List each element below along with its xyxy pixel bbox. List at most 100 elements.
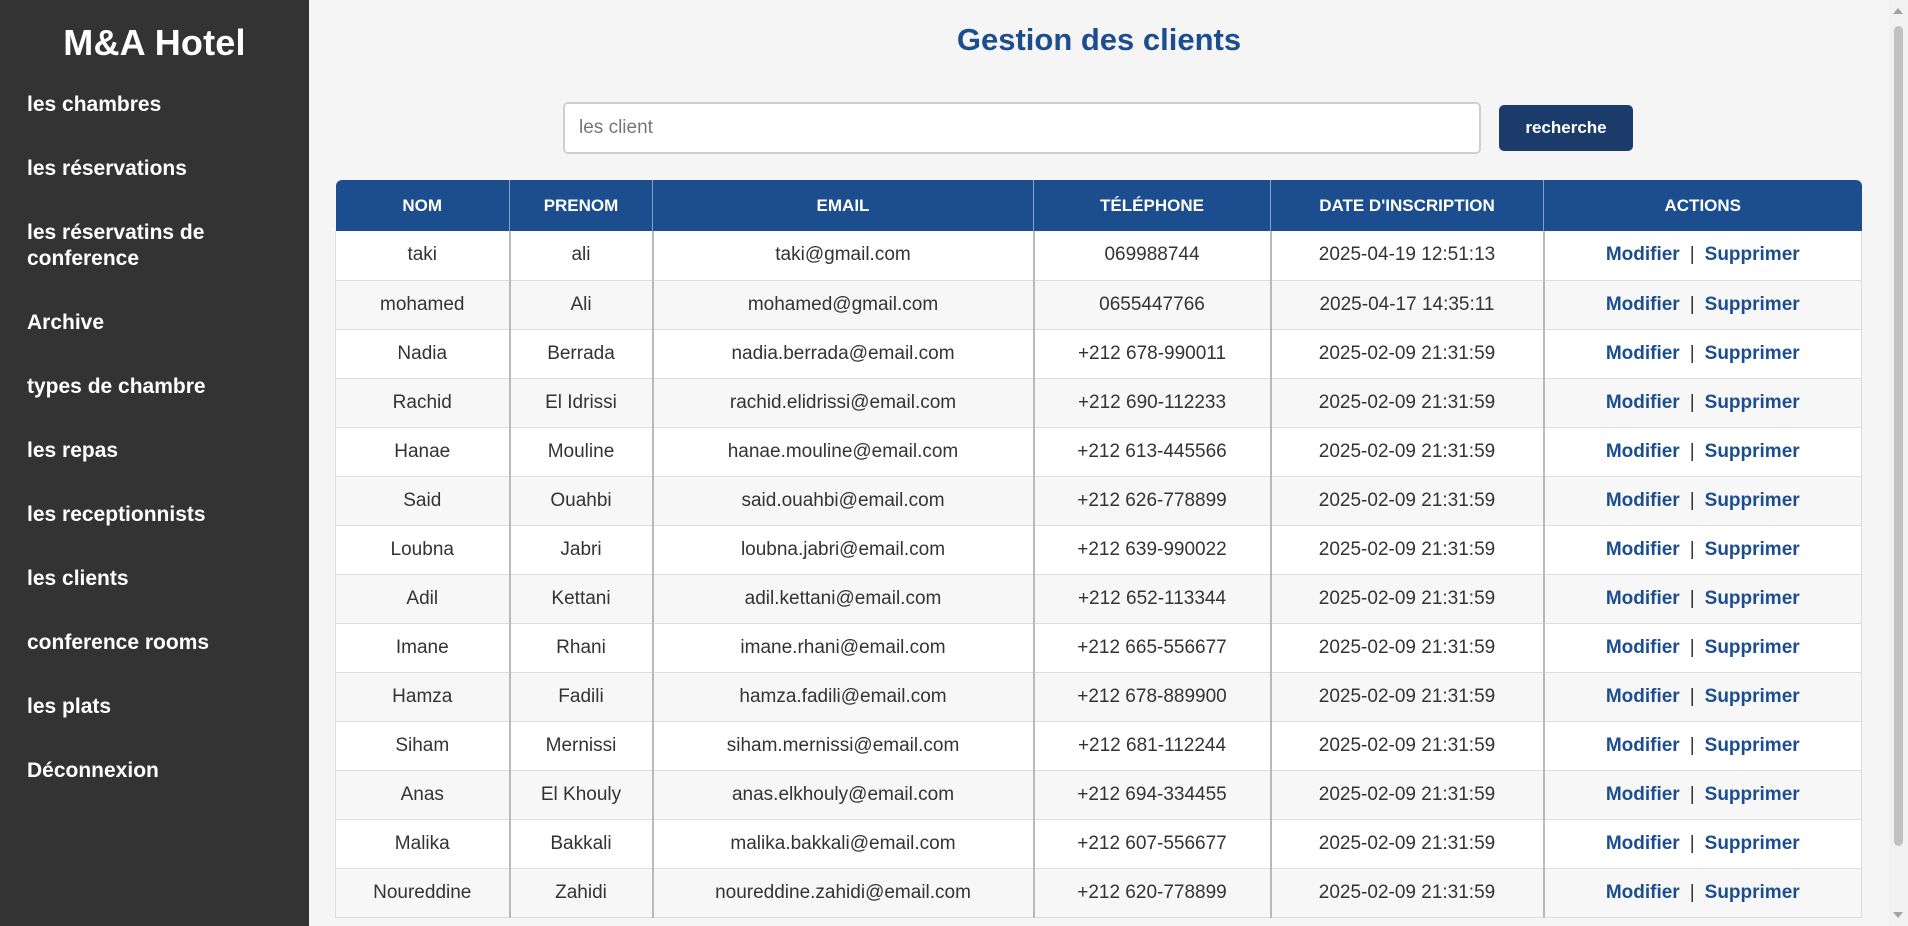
table-row: Malika Bakkali malika.bakkali@email.com +21… xyxy=(335,819,1862,869)
sidebar-item-deconnexion[interactable]: Déconnexion xyxy=(0,758,309,784)
main-content: Gestion des clients recherche NOM PRENOM… xyxy=(309,0,1889,926)
cell-telephone: +212 678-889900 xyxy=(1033,672,1272,722)
cell-actions: Modifier | Supprimer xyxy=(1543,672,1862,722)
modifier-link[interactable]: Modifier xyxy=(1606,294,1680,315)
supprimer-link[interactable]: Supprimer xyxy=(1705,244,1800,265)
cell-nom: Rachid xyxy=(335,378,511,428)
table-header-row: NOM PRENOM EMAIL TÉLÉPHONE DATE D'INSCRI… xyxy=(335,180,1862,231)
modifier-link[interactable]: Modifier xyxy=(1606,637,1680,658)
clients-table: NOM PRENOM EMAIL TÉLÉPHONE DATE D'INSCRI… xyxy=(335,180,1862,918)
cell-date-inscription: 2025-02-09 21:31:59 xyxy=(1270,427,1545,477)
sidebar-item-archive[interactable]: Archive xyxy=(0,310,309,336)
cell-date-inscription: 2025-02-09 21:31:59 xyxy=(1270,623,1545,673)
action-separator: | xyxy=(1689,538,1695,560)
cell-nom: Anas xyxy=(335,770,511,820)
supprimer-link[interactable]: Supprimer xyxy=(1705,441,1800,462)
action-separator: | xyxy=(1689,783,1695,805)
modifier-link[interactable]: Modifier xyxy=(1606,392,1680,413)
modifier-link[interactable]: Modifier xyxy=(1606,343,1680,364)
clients-table-container: NOM PRENOM EMAIL TÉLÉPHONE DATE D'INSCRI… xyxy=(335,180,1862,918)
modifier-link[interactable]: Modifier xyxy=(1606,441,1680,462)
cell-actions: Modifier | Supprimer xyxy=(1543,525,1862,575)
sidebar-item-chambres[interactable]: les chambres xyxy=(0,92,309,118)
modifier-link[interactable]: Modifier xyxy=(1606,686,1680,707)
supprimer-link[interactable]: Supprimer xyxy=(1705,882,1800,903)
modifier-link[interactable]: Modifier xyxy=(1606,588,1680,609)
sidebar-item-reservations[interactable]: les réservations xyxy=(0,156,309,182)
action-separator: | xyxy=(1689,587,1695,609)
cell-date-inscription: 2025-02-09 21:31:59 xyxy=(1270,672,1545,722)
scrollbar-thumb[interactable] xyxy=(1894,26,1903,846)
cell-actions: Modifier | Supprimer xyxy=(1543,721,1862,771)
cell-telephone: 0655447766 xyxy=(1033,280,1272,330)
cell-email: hanae.mouline@email.com xyxy=(652,427,1035,477)
cell-date-inscription: 2025-02-09 21:31:59 xyxy=(1270,476,1545,526)
action-separator: | xyxy=(1689,489,1695,511)
sidebar-item-reservations-conference[interactable]: les réservatins de conference xyxy=(0,220,309,272)
modifier-link[interactable]: Modifier xyxy=(1606,882,1680,903)
sidebar-item-clients[interactable]: les clients xyxy=(0,566,309,592)
table-row: Rachid El Idrissi rachid.elidrissi@email.c… xyxy=(335,378,1862,428)
cell-email: siham.mernissi@email.com xyxy=(652,721,1035,771)
supprimer-link[interactable]: Supprimer xyxy=(1705,686,1800,707)
sidebar-item-conference-rooms[interactable]: conference rooms xyxy=(0,630,309,656)
cell-nom: Said xyxy=(335,476,511,526)
modifier-link[interactable]: Modifier xyxy=(1606,539,1680,560)
cell-nom: mohamed xyxy=(335,280,511,330)
supprimer-link[interactable]: Supprimer xyxy=(1705,784,1800,805)
cell-nom: Malika xyxy=(335,819,511,869)
supprimer-link[interactable]: Supprimer xyxy=(1705,637,1800,658)
action-separator: | xyxy=(1689,685,1695,707)
cell-actions: Modifier | Supprimer xyxy=(1543,770,1862,820)
cell-telephone: 069988744 xyxy=(1033,231,1272,281)
table-row: mohamed Ali mohamed@gmail.com 0655447766 202… xyxy=(335,280,1862,330)
cell-prenom: El Idrissi xyxy=(509,378,654,428)
supprimer-link[interactable]: Supprimer xyxy=(1705,588,1800,609)
modifier-link[interactable]: Modifier xyxy=(1606,735,1680,756)
cell-actions: Modifier | Supprimer xyxy=(1543,819,1862,869)
supprimer-link[interactable]: Supprimer xyxy=(1705,833,1800,854)
modifier-link[interactable]: Modifier xyxy=(1606,244,1680,265)
modifier-link[interactable]: Modifier xyxy=(1606,784,1680,805)
scroll-up-arrow-icon[interactable] xyxy=(1893,8,1903,14)
sidebar-item-receptionnists[interactable]: les receptionnists xyxy=(0,502,309,528)
cell-nom: Noureddine xyxy=(335,868,511,918)
cell-prenom: ali xyxy=(509,231,654,281)
cell-actions: Modifier | Supprimer xyxy=(1543,280,1862,330)
cell-telephone: +212 620-778899 xyxy=(1033,868,1272,918)
column-header-date-inscription[interactable]: DATE D'INSCRIPTION xyxy=(1270,180,1544,231)
supprimer-link[interactable]: Supprimer xyxy=(1705,392,1800,413)
supprimer-link[interactable]: Supprimer xyxy=(1705,343,1800,364)
supprimer-link[interactable]: Supprimer xyxy=(1705,539,1800,560)
cell-email: mohamed@gmail.com xyxy=(652,280,1035,330)
column-header-telephone[interactable]: TÉLÉPHONE xyxy=(1033,180,1271,231)
action-separator: | xyxy=(1689,832,1695,854)
cell-prenom: El Khouly xyxy=(509,770,654,820)
action-separator: | xyxy=(1689,440,1695,462)
cell-prenom: Ouahbi xyxy=(509,476,654,526)
modifier-link[interactable]: Modifier xyxy=(1606,490,1680,511)
cell-prenom: Fadili xyxy=(509,672,654,722)
modifier-link[interactable]: Modifier xyxy=(1606,833,1680,854)
sidebar-item-types-chambre[interactable]: types de chambre xyxy=(0,374,309,400)
column-header-email[interactable]: EMAIL xyxy=(652,180,1034,231)
scroll-down-arrow-icon[interactable] xyxy=(1893,912,1903,918)
supprimer-link[interactable]: Supprimer xyxy=(1705,490,1800,511)
search-input[interactable] xyxy=(563,102,1481,154)
sidebar-item-repas[interactable]: les repas xyxy=(0,438,309,464)
cell-actions: Modifier | Supprimer xyxy=(1543,378,1862,428)
cell-date-inscription: 2025-04-17 14:35:11 xyxy=(1270,280,1545,330)
column-header-nom[interactable]: NOM xyxy=(335,180,510,231)
cell-telephone: +212 690-112233 xyxy=(1033,378,1272,428)
supprimer-link[interactable]: Supprimer xyxy=(1705,294,1800,315)
cell-date-inscription: 2025-02-09 21:31:59 xyxy=(1270,525,1545,575)
supprimer-link[interactable]: Supprimer xyxy=(1705,735,1800,756)
page-scrollbar[interactable] xyxy=(1889,0,1908,926)
cell-email: said.ouahbi@email.com xyxy=(652,476,1035,526)
column-header-prenom[interactable]: PRENOM xyxy=(509,180,653,231)
table-row: Hanae Mouline hanae.mouline@email.com +212 … xyxy=(335,427,1862,477)
cell-actions: Modifier | Supprimer xyxy=(1543,868,1862,918)
cell-date-inscription: 2025-02-09 21:31:59 xyxy=(1270,721,1545,771)
sidebar-item-plats[interactable]: les plats xyxy=(0,694,309,720)
search-button[interactable]: recherche xyxy=(1499,105,1633,151)
